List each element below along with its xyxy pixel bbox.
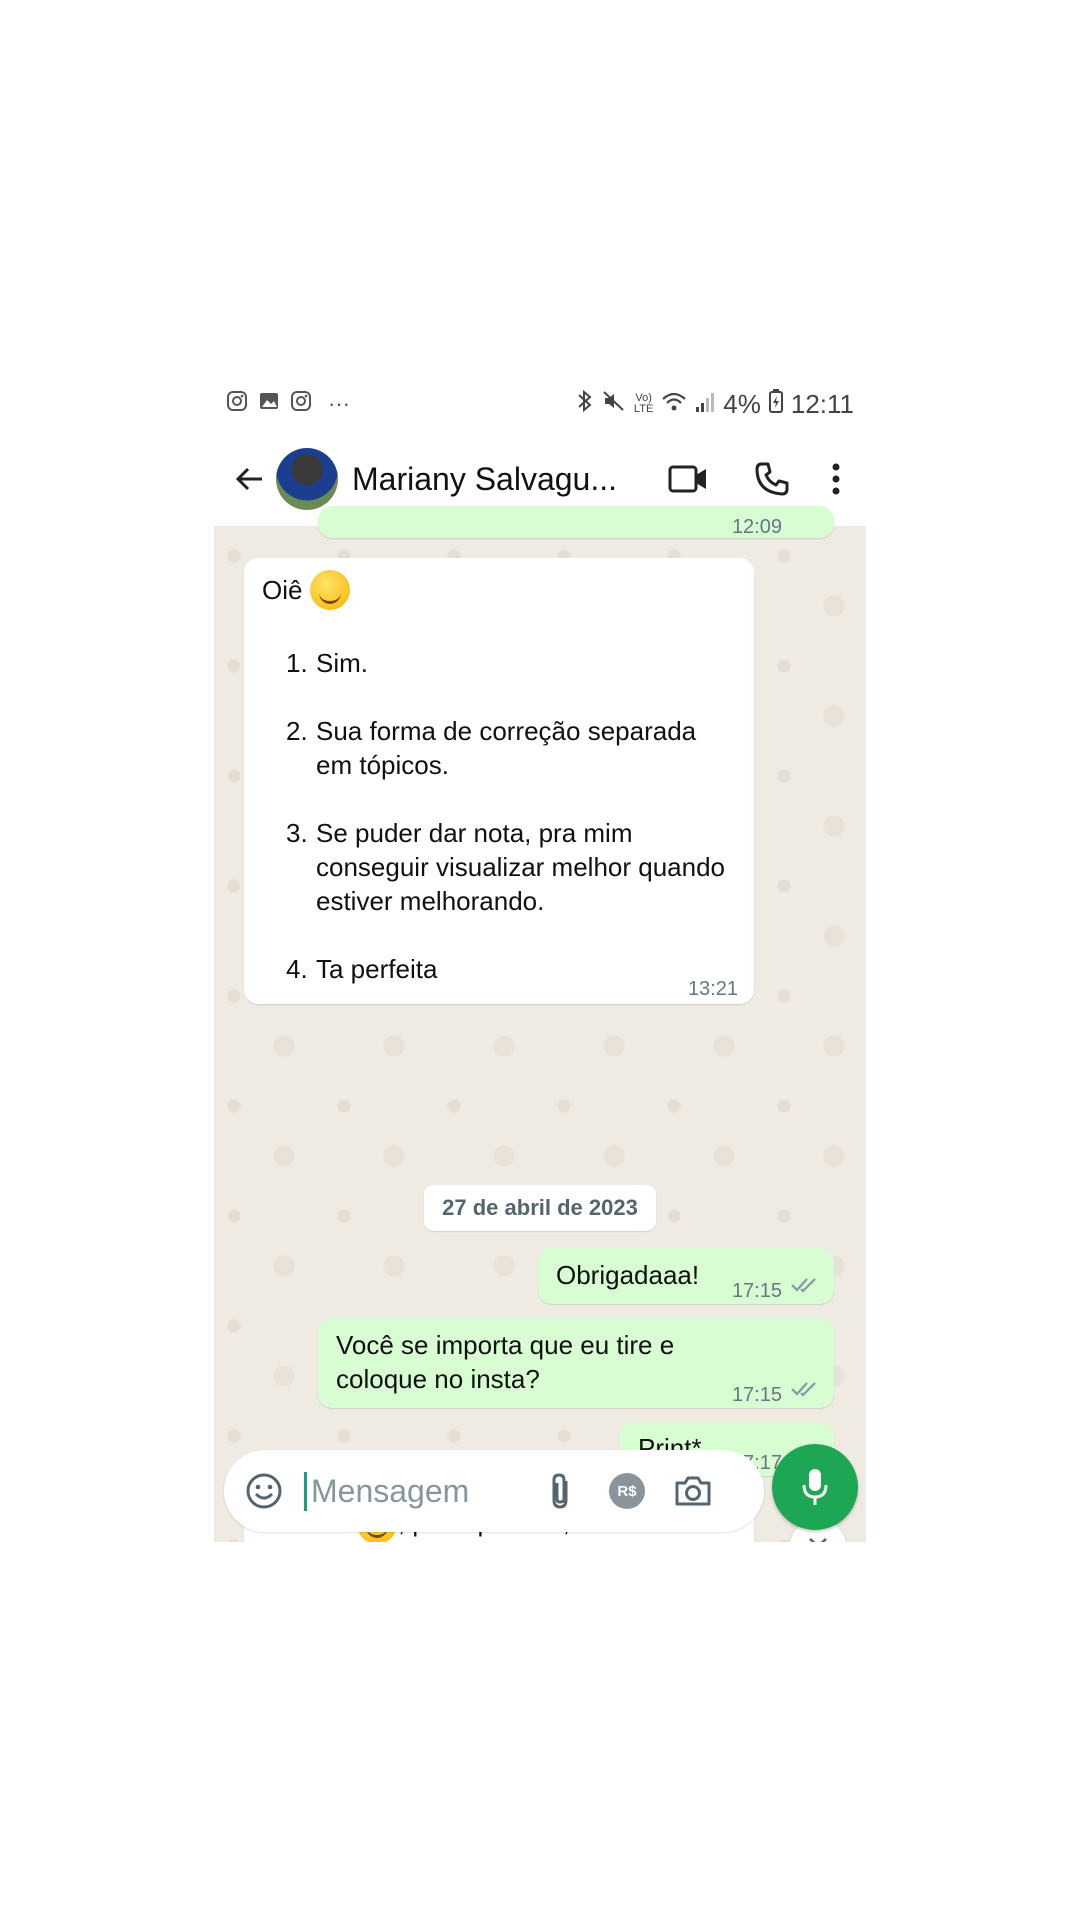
signal-icon bbox=[695, 389, 715, 420]
date-divider: 27 de abril de 2023 bbox=[424, 1185, 656, 1231]
read-ticks-icon bbox=[791, 1278, 816, 1293]
double-chevron-down-icon bbox=[809, 1538, 827, 1542]
list-item: 4. Ta perfeita bbox=[286, 954, 438, 984]
message-time: 13:21 bbox=[687, 978, 738, 1000]
video-camera-icon bbox=[668, 465, 706, 493]
smiley-icon bbox=[246, 1473, 282, 1509]
more-vertical-icon bbox=[832, 463, 840, 495]
message-outgoing[interactable]: Você se importa que eu tire e coloque no… bbox=[318, 1318, 834, 1408]
chat-area[interactable]: 12:09 Oiê 1. Sim. 2. Sua forma de correção… bbox=[214, 506, 866, 1542]
camera-icon bbox=[675, 1476, 711, 1506]
emoji-button[interactable] bbox=[238, 1465, 290, 1517]
gallery-icon bbox=[258, 390, 280, 419]
message-incoming[interactable]: Oiê 1. Sim. 2. Sua forma de correção separ… bbox=[244, 558, 754, 1004]
message-list: 1. Sim. 2. Sua forma de correção separada … bbox=[286, 646, 726, 986]
menu-button[interactable] bbox=[816, 449, 856, 509]
back-button[interactable] bbox=[226, 455, 274, 503]
avatar[interactable] bbox=[276, 448, 338, 510]
message-greeting: Oiê bbox=[262, 575, 303, 605]
voice-message-button[interactable] bbox=[772, 1444, 858, 1530]
clock: 12:11 bbox=[790, 388, 854, 419]
status-bar: ··· Vo) LTE 4% 12:11 bbox=[214, 376, 866, 432]
arrow-left-icon bbox=[235, 467, 262, 491]
video-call-button[interactable] bbox=[658, 449, 718, 509]
list-item: 1. Sim. bbox=[286, 648, 368, 678]
grinning-emoji-icon bbox=[310, 570, 351, 610]
message-time: 17:15 bbox=[731, 1280, 782, 1302]
voice-call-button[interactable] bbox=[742, 449, 802, 509]
message-text: Obrigadaaa! bbox=[556, 1260, 700, 1290]
wifi-icon bbox=[661, 389, 687, 420]
mute-icon bbox=[602, 389, 626, 420]
battery-percent: 4% bbox=[723, 388, 761, 419]
message-time: 17:15 bbox=[731, 1384, 782, 1406]
instagram-icon bbox=[226, 390, 248, 419]
message-time: 12:09 bbox=[731, 516, 782, 538]
bluetooth-icon bbox=[576, 389, 594, 420]
volte-icon: Vo) LTE bbox=[633, 392, 654, 415]
instagram-icon bbox=[290, 390, 312, 419]
battery-icon bbox=[768, 388, 783, 420]
read-ticks-icon bbox=[791, 1382, 816, 1397]
message-outgoing-partial[interactable]: 12:09 bbox=[318, 506, 834, 538]
contact-name[interactable]: Mariany Salvagu... bbox=[352, 461, 634, 498]
list-item: 2. Sua forma de correção separada em tópi… bbox=[286, 716, 697, 780]
paperclip-icon bbox=[552, 1473, 568, 1509]
message-text: Você se importa que eu tire e coloque no… bbox=[336, 1330, 675, 1394]
message-outgoing[interactable]: Obrigadaaa! 17:15 bbox=[538, 1248, 834, 1304]
microphone-icon bbox=[802, 1469, 828, 1505]
payment-button[interactable]: R$ bbox=[601, 1465, 653, 1517]
camera-button[interactable] bbox=[667, 1465, 719, 1517]
more-notifications: ··· bbox=[328, 391, 350, 416]
message-input[interactable] bbox=[304, 1471, 513, 1511]
attach-button[interactable] bbox=[535, 1465, 587, 1517]
currency-icon: R$ bbox=[609, 1473, 645, 1509]
phone-icon bbox=[755, 462, 789, 496]
list-item: 3. Se puder dar nota, pra mim conseguir v… bbox=[286, 818, 726, 916]
message-composer: R$ bbox=[224, 1450, 764, 1532]
phone-screen: ··· Vo) LTE 4% 12:11 Mariany Salvagu... … bbox=[214, 376, 866, 1542]
